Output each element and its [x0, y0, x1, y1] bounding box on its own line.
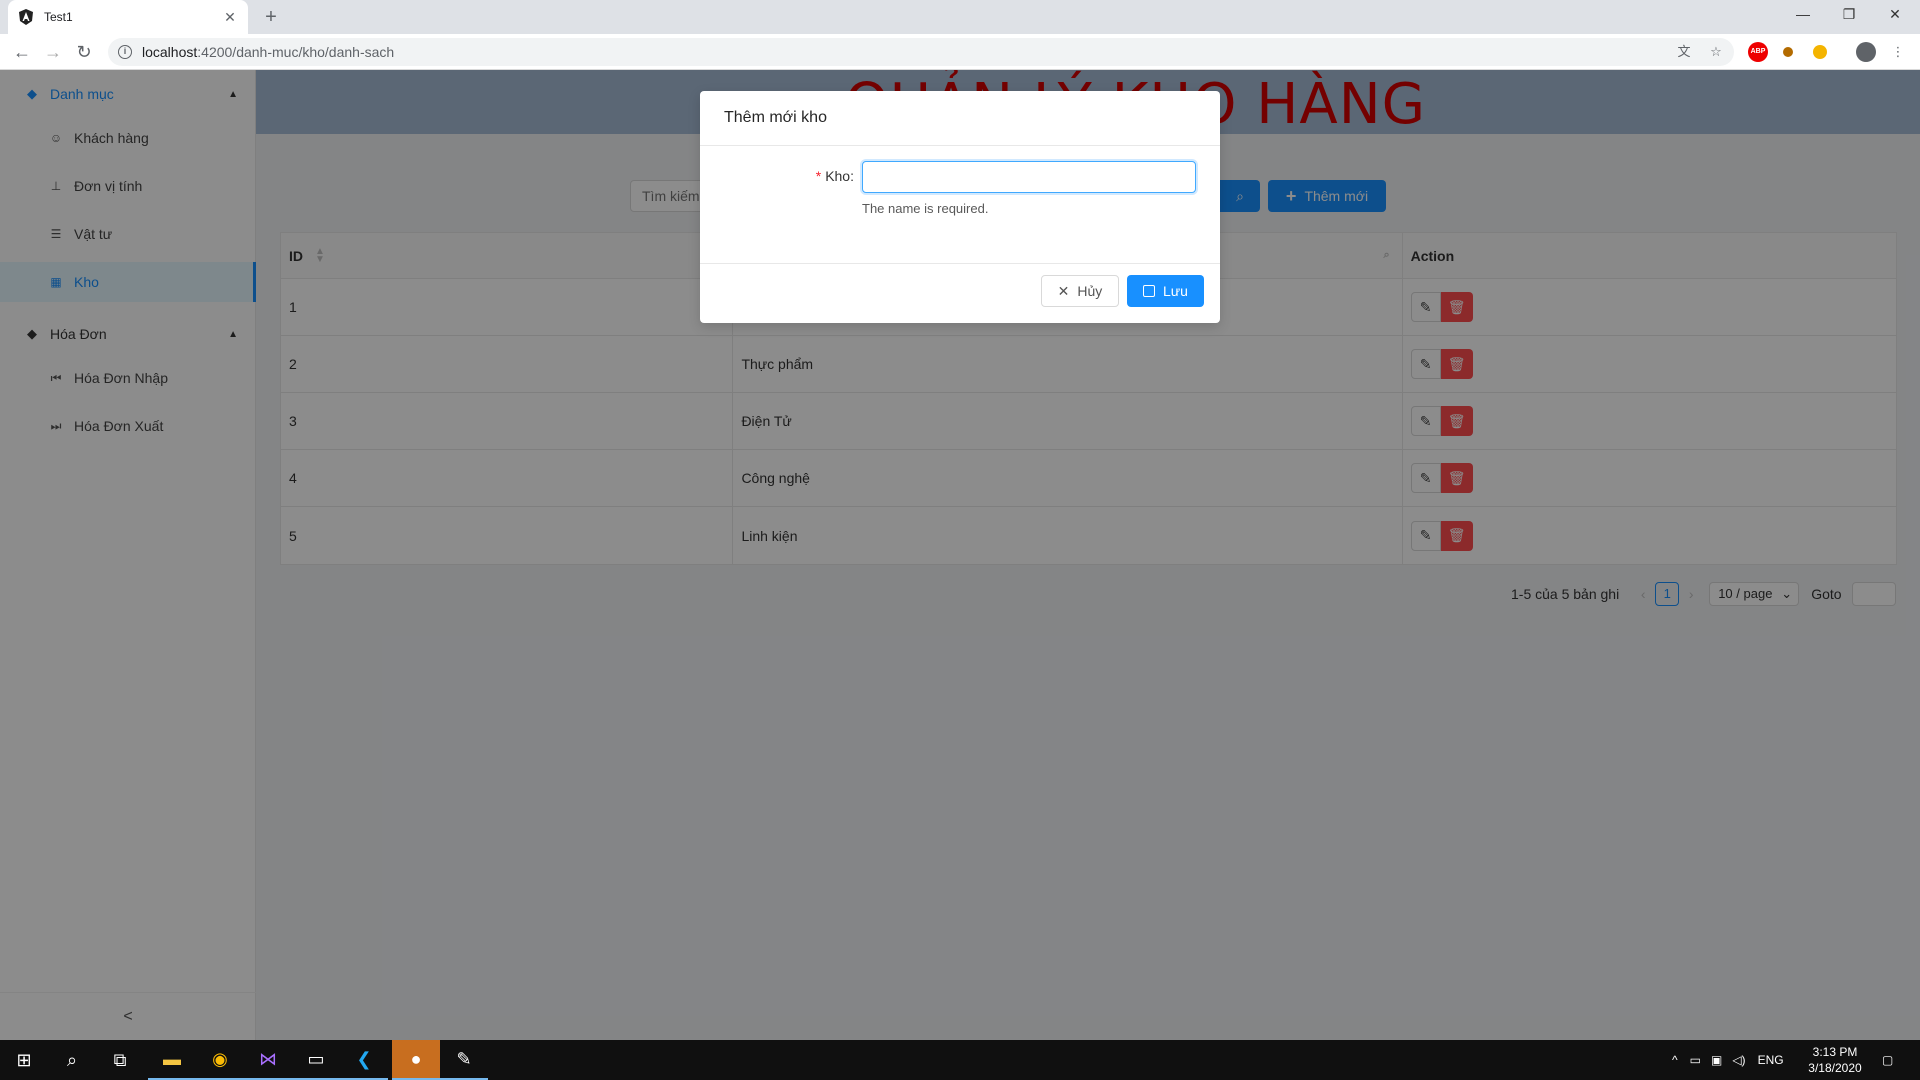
browser-tab[interactable]: Test1 ✕ [8, 0, 248, 34]
modal-title: Thêm mới kho [700, 91, 1220, 146]
save-icon [1143, 285, 1156, 297]
add-warehouse-modal: Thêm mới kho * Kho: The name is required.… [700, 91, 1220, 323]
window-close-icon[interactable]: ✕ [1872, 0, 1918, 30]
battery-icon[interactable]: ▭ [1690, 1053, 1701, 1067]
network-icon[interactable]: ▣ [1711, 1053, 1722, 1067]
close-icon: ✕ [1057, 282, 1070, 299]
adblock-extension-icon[interactable]: ABP [1748, 42, 1768, 62]
save-button[interactable]: Lưu [1127, 275, 1204, 307]
chat-app-icon[interactable]: ● [392, 1040, 440, 1080]
modal-body: * Kho: The name is required. [700, 146, 1220, 262]
back-icon[interactable]: ← [10, 40, 34, 64]
vscode-icon[interactable]: ❮ [340, 1040, 388, 1080]
modal-footer: ✕ Hủy Lưu [700, 263, 1220, 323]
address-bar[interactable]: i localhost:4200/danh-muc/kho/danh-sach [108, 38, 1734, 66]
forward-icon[interactable]: → [41, 40, 65, 64]
menu-kebab-icon[interactable]: ⋮ [1888, 42, 1908, 62]
paint-icon[interactable]: ✎ [440, 1040, 488, 1080]
browser-toolbar: ← → ↻ i localhost:4200/danh-muc/kho/danh… [0, 34, 1920, 70]
search-icon[interactable]: ⌕ [48, 1040, 96, 1080]
notification-icon[interactable]: ▢ [1882, 1040, 1893, 1080]
tab-title: Test1 [44, 10, 73, 24]
kho-field-label: * Kho: [815, 168, 854, 184]
extension-icon[interactable] [1778, 42, 1798, 62]
tab-close-icon[interactable]: ✕ [222, 9, 238, 26]
chrome-icon[interactable]: ◉ [196, 1040, 244, 1080]
cancel-button[interactable]: ✕ Hủy [1041, 275, 1119, 307]
url-text[interactable]: localhost:4200/danh-muc/kho/danh-sach [142, 44, 394, 60]
windows-start-icon[interactable]: ⊞ [0, 1040, 48, 1080]
bookmark-star-icon[interactable]: ☆ [1706, 42, 1726, 62]
language-indicator[interactable]: ENG [1758, 1053, 1784, 1067]
cookie-extension-icon[interactable] [1810, 42, 1830, 62]
tray-chevron-up-icon[interactable]: ^ [1672, 1053, 1678, 1067]
kho-input[interactable] [862, 161, 1196, 193]
site-info-icon[interactable]: i [118, 45, 132, 59]
minimize-icon[interactable]: — [1780, 0, 1826, 30]
visual-studio-icon[interactable]: ⋈ [244, 1040, 292, 1080]
translate-icon[interactable]: 文 [1674, 42, 1694, 62]
taskbar-clock[interactable]: 3:13 PM 3/18/2020 [1800, 1044, 1870, 1076]
volume-icon[interactable]: ◁) [1732, 1053, 1745, 1067]
browser-tabstrip: Test1 ✕ + — ❐ ✕ [0, 0, 1920, 34]
reload-icon[interactable]: ↻ [72, 40, 96, 64]
required-marker: * [815, 168, 822, 184]
windows-taskbar: ⊞ ⌕ ⧉ ▬ ◉ ⋈ ▭ ❮ ● ✎ ^ ▭ ▣ ◁) ENG 3:13 PM… [0, 1040, 1920, 1080]
terminal-icon[interactable]: ▭ [292, 1040, 340, 1080]
restore-icon[interactable]: ❐ [1826, 0, 1872, 30]
validation-error: The name is required. [862, 201, 989, 216]
file-explorer-icon[interactable]: ▬ [148, 1040, 196, 1080]
angular-icon [19, 9, 33, 25]
new-tab-button[interactable]: + [260, 6, 282, 28]
profile-avatar-icon[interactable] [1856, 42, 1876, 62]
task-view-icon[interactable]: ⧉ [96, 1040, 144, 1080]
tray-icons[interactable]: ^ ▭ ▣ ◁) ENG [1672, 1040, 1784, 1080]
